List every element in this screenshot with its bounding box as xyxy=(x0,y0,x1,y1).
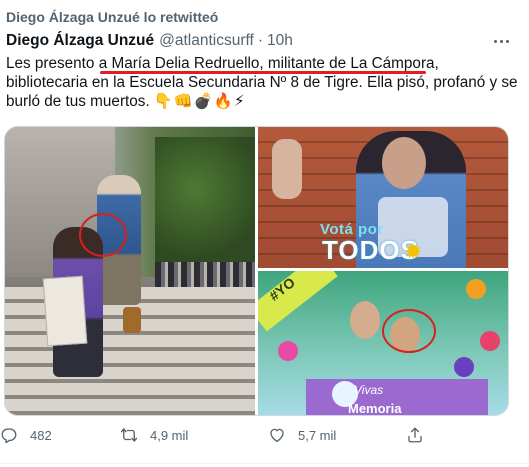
flower-icon xyxy=(278,341,298,361)
tweet-text: Les presento a María Delia Redruello, mi… xyxy=(6,54,518,111)
face xyxy=(350,301,380,339)
tweet-text-highlight: María Delia Redruello, militante de La C… xyxy=(111,55,439,72)
tweet-header: Diego Álzaga Unzué @atlanticsurff · 10h xyxy=(6,30,519,52)
trees xyxy=(155,137,255,267)
reply-count: 482 xyxy=(30,427,52,443)
flower-icon xyxy=(480,331,500,351)
heart-icon xyxy=(270,428,284,443)
flower-icon xyxy=(454,357,474,377)
tweet-text-after: bibliotecaria en la Escuela Secundaria N… xyxy=(6,74,518,110)
photo-top-right[interactable]: Votá por TODOS ✹ xyxy=(258,127,508,268)
flower-icon xyxy=(466,279,486,299)
raised-hand xyxy=(272,139,302,199)
sun-icon: ✹ xyxy=(404,239,423,264)
retweet-count: 4,9 mil xyxy=(150,427,189,443)
red-circle-annotation xyxy=(79,213,127,257)
author-name[interactable]: Diego Álzaga Unzué xyxy=(6,32,154,50)
like-button[interactable]: 5,7 mil xyxy=(268,420,336,450)
timestamp[interactable]: 10h xyxy=(267,32,293,50)
more-options-button[interactable] xyxy=(489,30,513,52)
tweet-emoji: 👇👊💣🔥⚡ xyxy=(153,93,246,110)
share-icon xyxy=(408,427,422,443)
photo-left[interactable] xyxy=(5,127,255,415)
handbag xyxy=(123,307,141,333)
tweet[interactable]: Diego Álzaga Unzué lo retwitteó Diego Ál… xyxy=(0,0,529,467)
reply-icon xyxy=(1,428,17,444)
separator-dot: · xyxy=(257,32,264,49)
photo-bottom-right[interactable]: #YO Vivas Memoria xyxy=(258,271,508,415)
retweet-context-label[interactable]: Diego Álzaga Unzué lo retwitteó xyxy=(6,9,218,25)
reply-button[interactable]: 482 xyxy=(0,420,52,450)
retweet-context[interactable]: Diego Álzaga Unzué lo retwitteó xyxy=(6,6,218,28)
retweet-button[interactable]: 4,9 mil xyxy=(120,420,188,450)
face xyxy=(382,137,426,189)
media-grid[interactable]: Votá por TODOS ✹ #YO Vivas Memoria xyxy=(4,126,509,416)
like-count: 5,7 mil xyxy=(298,427,337,443)
action-bar: 482 4,9 mil 5,7 mil xyxy=(0,420,529,450)
red-underline-annotation xyxy=(100,71,426,74)
overlay-line1: Vivas xyxy=(354,383,384,397)
more-icon-dot xyxy=(499,39,503,43)
author-handle[interactable]: @atlanticsurff xyxy=(159,32,254,50)
banner xyxy=(258,271,338,332)
share-button[interactable] xyxy=(406,420,424,450)
overlay-line2: Memoria xyxy=(348,401,402,415)
retweet-icon xyxy=(120,428,138,442)
red-circle-annotation xyxy=(382,309,436,353)
divider xyxy=(0,463,529,464)
more-icon-dot xyxy=(493,39,497,43)
tweet-text-before: Les presento a xyxy=(6,55,112,72)
more-icon-dot xyxy=(505,39,509,43)
white-sign xyxy=(42,275,88,347)
